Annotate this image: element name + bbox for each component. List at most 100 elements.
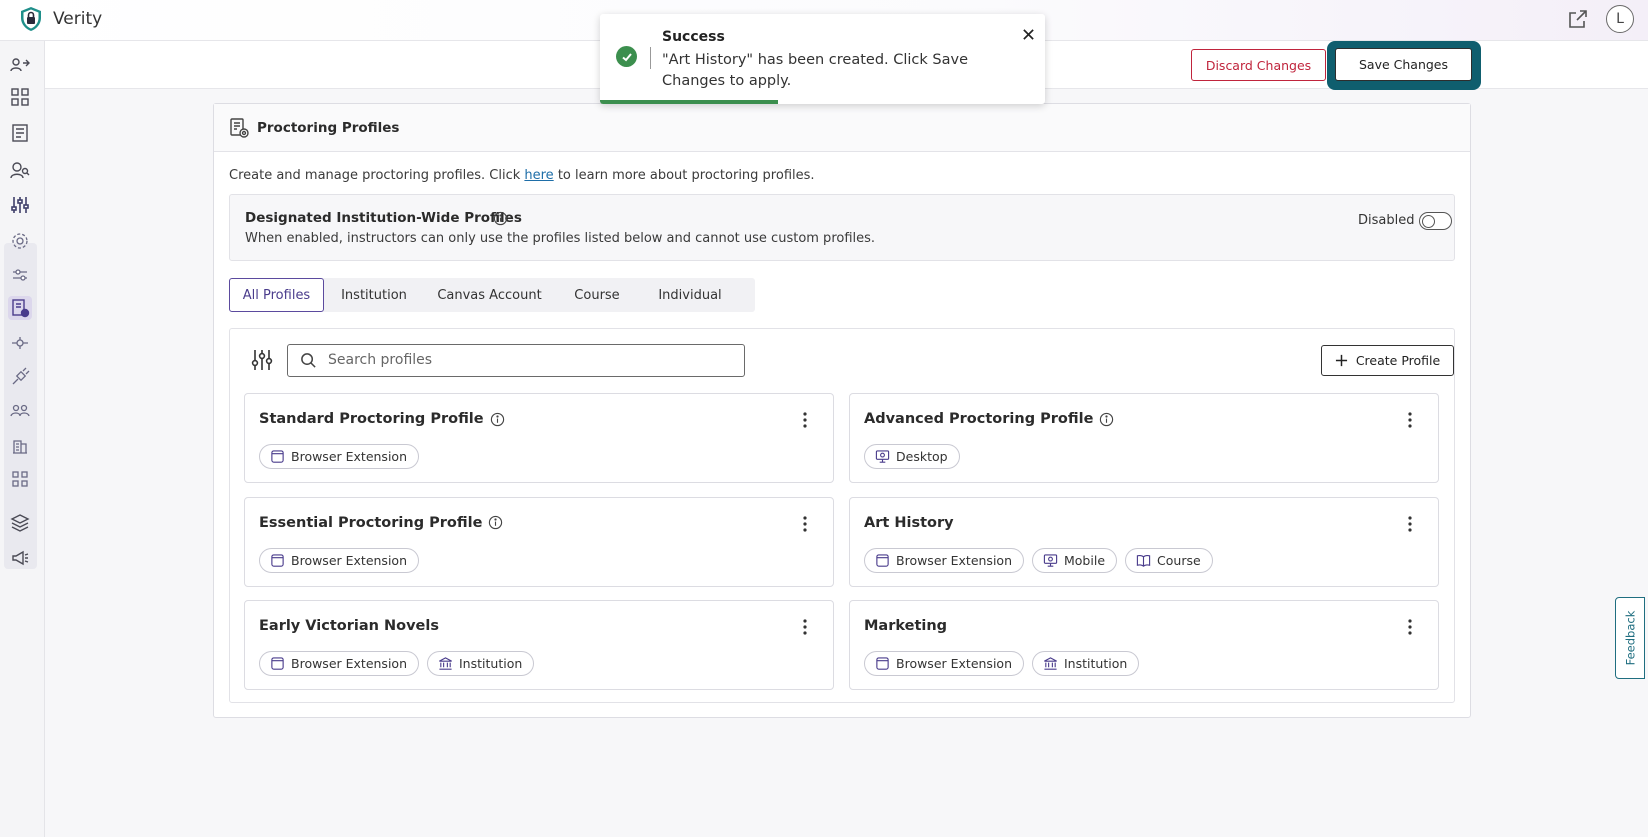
- institution-icon: [438, 656, 453, 671]
- page-title: Proctoring Profiles: [257, 120, 400, 136]
- profile-tag: Browser Extension: [259, 444, 419, 469]
- integrations-icon[interactable]: [8, 331, 32, 355]
- profile-tags: Browser Extension: [259, 444, 419, 469]
- create-profile-label: Create Profile: [1355, 353, 1441, 368]
- profile-tags: Desktop: [864, 444, 960, 469]
- profile-tag-label: Browser Extension: [291, 449, 407, 464]
- designated-toggle[interactable]: [1419, 212, 1452, 230]
- designated-profiles-section: Designated Institution-Wide Profiles Whe…: [229, 194, 1455, 261]
- browser-extension-icon: [270, 656, 285, 671]
- save-changes-button[interactable]: Save Changes: [1335, 48, 1472, 81]
- verity-logo-icon[interactable]: [17, 4, 45, 34]
- profile-tag-label: Desktop: [896, 449, 948, 464]
- profile-card[interactable]: Early Victorian Novels Browser Extension I…: [244, 600, 834, 690]
- plug-icon[interactable]: [8, 365, 32, 389]
- tab-course[interactable]: Course: [563, 278, 631, 312]
- profile-tag: Desktop: [864, 444, 960, 469]
- profile-tag-label: Browser Extension: [896, 552, 1012, 568]
- toast-progress-bar: [600, 100, 778, 104]
- browser-extension-icon: [270, 553, 285, 568]
- info-icon[interactable]: [490, 412, 505, 427]
- plus-icon: [1335, 354, 1347, 367]
- profile-name-text: Early Victorian Novels: [259, 618, 439, 634]
- search-icon: [300, 352, 317, 369]
- avatar[interactable]: L: [1606, 5, 1634, 33]
- profile-name: Marketing: [864, 618, 947, 634]
- reports-icon[interactable]: [8, 121, 32, 145]
- discard-changes-button[interactable]: Discard Changes: [1191, 49, 1326, 81]
- profile-tag-label: Institution: [1064, 656, 1128, 671]
- more-options-icon[interactable]: [795, 512, 815, 536]
- settings-sliders-icon[interactable]: [8, 263, 32, 287]
- profile-name: Standard Proctoring Profile: [259, 411, 505, 427]
- profile-tag: Browser Extension: [259, 547, 419, 573]
- profile-tag-label: Institution: [459, 656, 523, 671]
- tab-all-profiles[interactable]: All Profiles: [229, 278, 324, 312]
- tab-institution[interactable]: Institution: [334, 278, 414, 312]
- profile-card[interactable]: Art History Browser Extension Mobile Course: [849, 496, 1439, 587]
- team-icon[interactable]: [8, 399, 32, 423]
- success-toast: Success "Art History" has been created. …: [600, 14, 1045, 104]
- profile-name: Art History: [864, 515, 954, 531]
- proctoring-profiles-icon[interactable]: [8, 296, 32, 320]
- institution-icon: [1043, 656, 1058, 671]
- dashboard-icon[interactable]: [8, 85, 32, 109]
- create-profile-button[interactable]: Create Profile: [1321, 345, 1454, 376]
- toast-message: "Art History" has been created. Click Sa…: [662, 52, 968, 89]
- profile-tag-label: Course: [1157, 552, 1201, 568]
- sliders-icon[interactable]: [8, 193, 32, 217]
- profile-name-text: Marketing: [864, 618, 948, 634]
- external-link-icon[interactable]: [1566, 7, 1590, 31]
- more-options-icon[interactable]: [795, 408, 815, 432]
- info-icon[interactable]: [493, 211, 508, 226]
- browser-extension-icon: [270, 449, 285, 464]
- profile-tags: Browser Extension Mobile Course: [864, 547, 1213, 573]
- profile-tag: Course: [1125, 547, 1213, 573]
- proctoring-profiles-card: Proctoring Profiles Create and manage pr…: [213, 103, 1471, 718]
- profile-card[interactable]: Marketing Browser Extension Institution: [849, 600, 1439, 690]
- more-options-icon[interactable]: [795, 615, 815, 639]
- profile-name-text: Advanced Proctoring Profile: [864, 411, 1094, 427]
- profile-tags: Browser Extension: [259, 547, 419, 573]
- learn-more-link[interactable]: here: [524, 168, 553, 183]
- filter-sliders-icon[interactable]: [250, 348, 274, 372]
- sidebar: [0, 41, 45, 837]
- profile-tag: Institution: [1032, 651, 1140, 676]
- profile-tags: Browser Extension Institution: [864, 651, 1140, 676]
- profile-name: Advanced Proctoring Profile: [864, 411, 1114, 427]
- tab-canvas-account[interactable]: Canvas Account: [427, 278, 552, 312]
- profile-name: Early Victorian Novels: [259, 618, 439, 634]
- close-icon[interactable]: [1018, 24, 1038, 44]
- toggle-label: Disabled: [1358, 213, 1415, 228]
- announcements-icon[interactable]: [8, 546, 32, 570]
- intro-text: Create and manage proctoring profiles. C…: [229, 168, 815, 183]
- feedback-tab[interactable]: Feedback: [1615, 597, 1645, 679]
- more-options-icon[interactable]: [1400, 512, 1420, 536]
- profile-tag: Browser Extension: [259, 651, 419, 676]
- profile-tags: Browser Extension Institution: [259, 651, 535, 676]
- more-options-icon[interactable]: [1400, 408, 1420, 432]
- more-options-icon[interactable]: [1400, 615, 1420, 639]
- profile-card[interactable]: Advanced Proctoring Profile Desktop: [849, 393, 1439, 483]
- designated-title: Designated Institution-Wide Profiles: [245, 210, 522, 226]
- users-search-icon[interactable]: [8, 158, 32, 182]
- info-icon[interactable]: [1099, 412, 1114, 427]
- mobile-icon: [1043, 553, 1058, 568]
- layers-icon[interactable]: [8, 511, 32, 535]
- info-icon[interactable]: [488, 515, 503, 530]
- feedback-label: Feedback: [1623, 610, 1638, 666]
- intro-after: to learn more about proctoring profiles.: [553, 168, 815, 183]
- profile-card[interactable]: Essential Proctoring Profile Browser Exte…: [244, 496, 834, 587]
- sign-in-icon[interactable]: [8, 53, 32, 77]
- profile-tabs: All Profiles Institution Canvas Account …: [229, 278, 755, 312]
- browser-extension-icon: [875, 656, 890, 671]
- apps-grid-icon[interactable]: [8, 467, 32, 491]
- toast-divider: [650, 47, 651, 69]
- profiles-panel: Create Profile Standard Proctoring Profi…: [229, 328, 1455, 703]
- search-input[interactable]: [328, 349, 728, 371]
- institution-building-icon[interactable]: [8, 433, 32, 457]
- profile-card[interactable]: Standard Proctoring Profile Browser Exten…: [244, 393, 834, 483]
- tab-individual[interactable]: Individual: [640, 278, 740, 312]
- gear-icon[interactable]: [8, 229, 32, 253]
- profile-tag: Browser Extension: [864, 651, 1024, 676]
